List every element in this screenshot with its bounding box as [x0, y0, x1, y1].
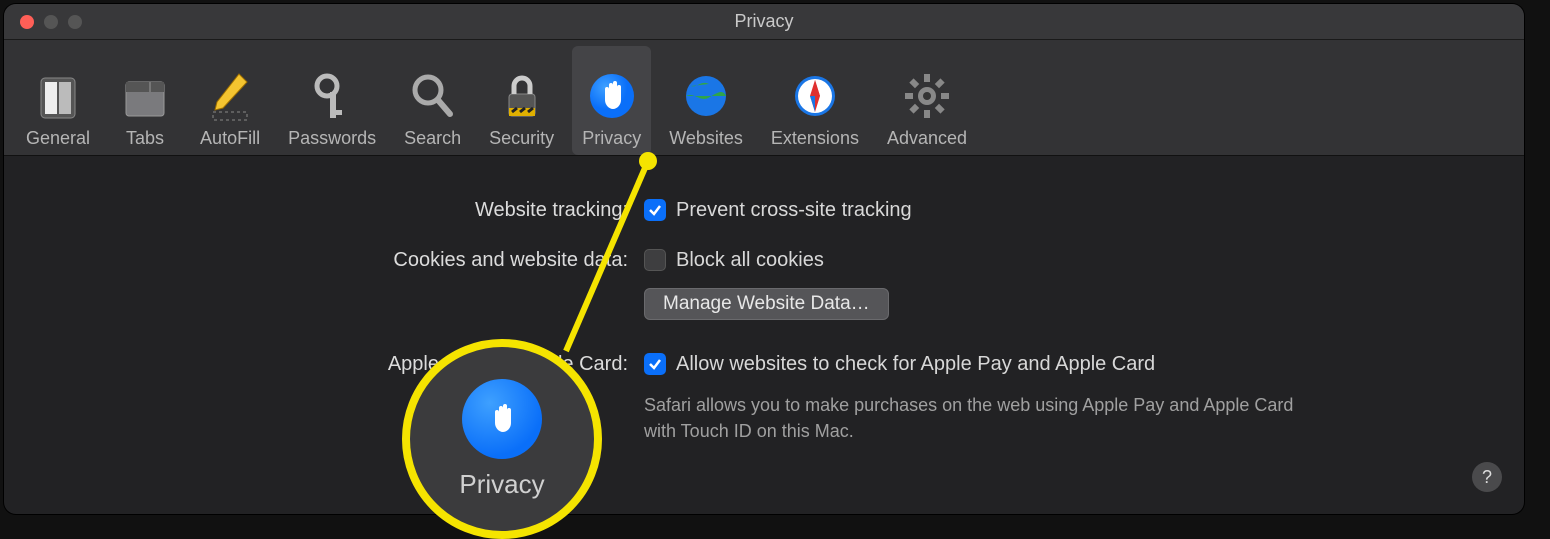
tab-extensions[interactable]: Extensions: [761, 46, 869, 155]
block-all-cookies-checkbox[interactable]: Block all cookies: [644, 246, 889, 274]
tabs-icon: [120, 68, 170, 124]
checkbox-checked-icon: [644, 199, 666, 221]
window-title: Privacy: [4, 11, 1524, 32]
tab-label: Tabs: [126, 128, 164, 149]
pencil-icon: [205, 68, 255, 124]
tab-passwords[interactable]: Passwords: [278, 46, 386, 155]
tab-search[interactable]: Search: [394, 46, 471, 155]
prevent-cross-site-tracking-checkbox[interactable]: Prevent cross-site tracking: [644, 196, 912, 224]
tab-label: Advanced: [887, 128, 967, 149]
tab-label: AutoFill: [200, 128, 260, 149]
checkbox-label: Allow websites to check for Apple Pay an…: [676, 350, 1155, 378]
switch-icon: [33, 68, 83, 124]
tab-label: General: [26, 128, 90, 149]
checkbox-checked-icon: [644, 353, 666, 375]
manage-website-data-button[interactable]: Manage Website Data…: [644, 288, 889, 320]
checkbox-label: Block all cookies: [676, 246, 824, 274]
privacy-panel: Website tracking: Prevent cross-site tra…: [4, 156, 1524, 444]
hand-icon: [462, 379, 542, 459]
key-icon: [307, 68, 357, 124]
checkbox-unchecked-icon: [644, 249, 666, 271]
tab-tabs[interactable]: Tabs: [108, 46, 182, 155]
tab-label: Extensions: [771, 128, 859, 149]
lock-icon: [497, 68, 547, 124]
compass-icon: [790, 68, 840, 124]
tab-label: Passwords: [288, 128, 376, 149]
allow-apple-pay-check-checkbox[interactable]: Allow websites to check for Apple Pay an…: [644, 350, 1324, 378]
callout-zoom: Privacy: [402, 339, 602, 539]
tab-label: Privacy: [582, 128, 641, 149]
help-button[interactable]: ?: [1472, 462, 1502, 492]
globe-icon: [681, 68, 731, 124]
apple-pay-description: Safari allows you to make purchases on t…: [644, 392, 1324, 444]
tab-label: Websites: [669, 128, 743, 149]
preferences-toolbar: General Tabs AutoFill Passwords: [4, 40, 1524, 156]
cookies-label: Cookies and website data:: [44, 246, 644, 274]
tab-advanced[interactable]: Advanced: [877, 46, 977, 155]
hand-icon: [587, 68, 637, 124]
gear-icon: [902, 68, 952, 124]
tab-websites[interactable]: Websites: [659, 46, 753, 155]
tab-label: Security: [489, 128, 554, 149]
website-tracking-label: Website tracking:: [44, 196, 644, 224]
tab-general[interactable]: General: [16, 46, 100, 155]
magnifier-icon: [408, 68, 458, 124]
callout-label: Privacy: [459, 469, 544, 500]
tab-autofill[interactable]: AutoFill: [190, 46, 270, 155]
tab-security[interactable]: Security: [479, 46, 564, 155]
checkbox-label: Prevent cross-site tracking: [676, 196, 912, 224]
tab-label: Search: [404, 128, 461, 149]
tab-privacy[interactable]: Privacy: [572, 46, 651, 155]
titlebar: Privacy: [4, 4, 1524, 40]
